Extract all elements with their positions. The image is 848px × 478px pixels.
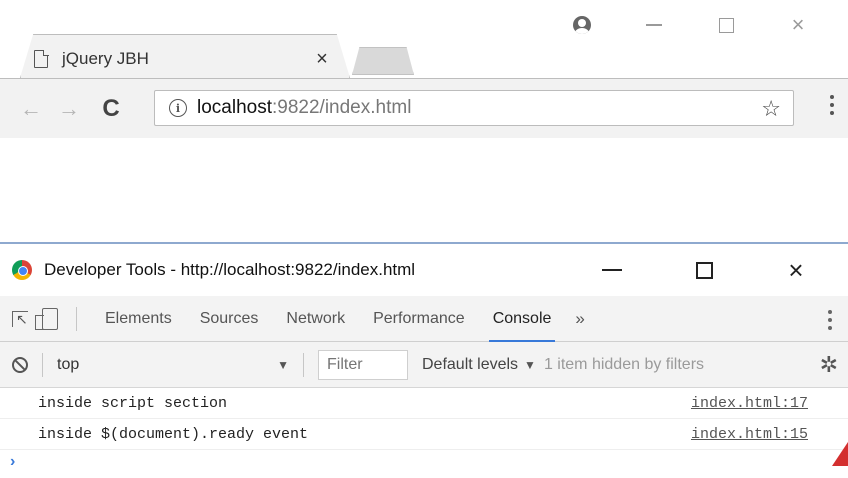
forward-button[interactable]: → bbox=[52, 92, 86, 126]
browser-titlebar: jQuery JBH × × bbox=[0, 0, 848, 78]
console-output: inside script section index.html:17 insi… bbox=[0, 388, 848, 478]
devtools-menu-icon[interactable] bbox=[828, 310, 832, 330]
prompt-chevron-icon: › bbox=[10, 453, 16, 470]
console-filter-bar: top ▼ Default levels ▼ 1 item hidden by … bbox=[0, 342, 848, 388]
page-content bbox=[0, 138, 848, 242]
divider bbox=[42, 352, 43, 377]
chevron-down-icon: ▼ bbox=[277, 357, 289, 372]
minimize-icon bbox=[602, 269, 622, 271]
address-bar[interactable]: i localhost:9822/index.html ☆ bbox=[154, 90, 794, 126]
url-host: localhost bbox=[197, 97, 272, 118]
page-icon bbox=[34, 49, 49, 68]
console-log-row: inside $(document).ready event index.htm… bbox=[0, 419, 848, 450]
devtools-titlebar: Developer Tools - http://localhost:9822/… bbox=[0, 244, 848, 296]
console-prompt[interactable]: › bbox=[0, 450, 848, 474]
minimize-button[interactable] bbox=[618, 8, 690, 42]
devtools-minimize-button[interactable] bbox=[566, 248, 658, 292]
bookmark-star-icon[interactable]: ☆ bbox=[761, 96, 781, 122]
close-icon: × bbox=[791, 12, 805, 37]
info-icon[interactable]: i bbox=[169, 99, 187, 117]
log-message: inside script section bbox=[38, 394, 228, 412]
maximize-button[interactable] bbox=[690, 8, 762, 42]
maximize-icon bbox=[695, 261, 713, 279]
back-arrow-icon: ← bbox=[20, 95, 42, 121]
devtools-window-title: Developer Tools - http://localhost:9822/… bbox=[44, 260, 416, 279]
context-selector[interactable]: top ▼ bbox=[57, 350, 289, 380]
new-tab-button[interactable] bbox=[352, 47, 414, 75]
hidden-items-note: 1 item hidden by filters bbox=[543, 355, 705, 373]
url-path: :9822/index.html bbox=[272, 97, 412, 118]
maximize-icon bbox=[718, 17, 734, 33]
clear-console-icon[interactable] bbox=[12, 356, 28, 373]
more-tabs-chevron-icon[interactable]: » bbox=[565, 309, 594, 329]
devtools-tab-bar: Elements Sources Network Performance Con… bbox=[0, 296, 848, 342]
browser-tab-content[interactable]: jQuery JBH × bbox=[34, 44, 334, 74]
log-levels-dropdown[interactable]: Default levels ▼ bbox=[422, 356, 536, 374]
log-message: inside $(document).ready event bbox=[38, 425, 309, 443]
inspect-element-icon[interactable] bbox=[12, 310, 28, 328]
window-controls: × bbox=[546, 8, 834, 42]
filter-input[interactable] bbox=[318, 349, 408, 380]
browser-toolbar: ← → C i localhost:9822/index.html ☆ bbox=[0, 78, 848, 138]
close-window-button[interactable]: × bbox=[762, 8, 834, 42]
browser-menu-icon[interactable] bbox=[830, 95, 834, 115]
tab-elements[interactable]: Elements bbox=[91, 296, 186, 342]
divider bbox=[303, 352, 304, 377]
chevron-down-icon: ▼ bbox=[524, 357, 536, 372]
tab-sources[interactable]: Sources bbox=[186, 296, 273, 342]
tab-close-icon[interactable]: × bbox=[310, 49, 334, 69]
device-toolbar-icon[interactable] bbox=[35, 307, 58, 330]
tab-console[interactable]: Console bbox=[479, 296, 566, 342]
forward-arrow-icon: → bbox=[58, 95, 80, 121]
devtools-window-controls: × bbox=[566, 248, 842, 292]
tab-network[interactable]: Network bbox=[272, 296, 359, 342]
devtools-close-button[interactable]: × bbox=[750, 248, 842, 292]
back-button[interactable]: ← bbox=[14, 92, 48, 126]
tab-performance[interactable]: Performance bbox=[359, 296, 479, 342]
minimize-icon bbox=[646, 24, 662, 26]
levels-label: Default levels bbox=[422, 355, 519, 373]
devtools-maximize-button[interactable] bbox=[658, 248, 750, 292]
red-annotation-mark bbox=[832, 442, 848, 466]
reload-icon: C bbox=[102, 94, 120, 122]
close-icon: × bbox=[788, 254, 804, 285]
log-source-link[interactable]: index.html:15 bbox=[691, 426, 808, 443]
divider bbox=[76, 306, 77, 331]
log-source-link[interactable]: index.html:17 bbox=[691, 395, 808, 412]
profile-button[interactable] bbox=[546, 8, 618, 42]
gear-icon[interactable]: ✲ bbox=[820, 352, 838, 378]
reload-button[interactable]: C bbox=[94, 92, 128, 126]
context-value: top bbox=[57, 355, 80, 373]
chrome-logo-icon bbox=[12, 260, 32, 280]
profile-icon bbox=[573, 16, 591, 34]
tab-title: jQuery JBH bbox=[62, 49, 149, 68]
console-log-row: inside script section index.html:17 bbox=[0, 388, 848, 419]
